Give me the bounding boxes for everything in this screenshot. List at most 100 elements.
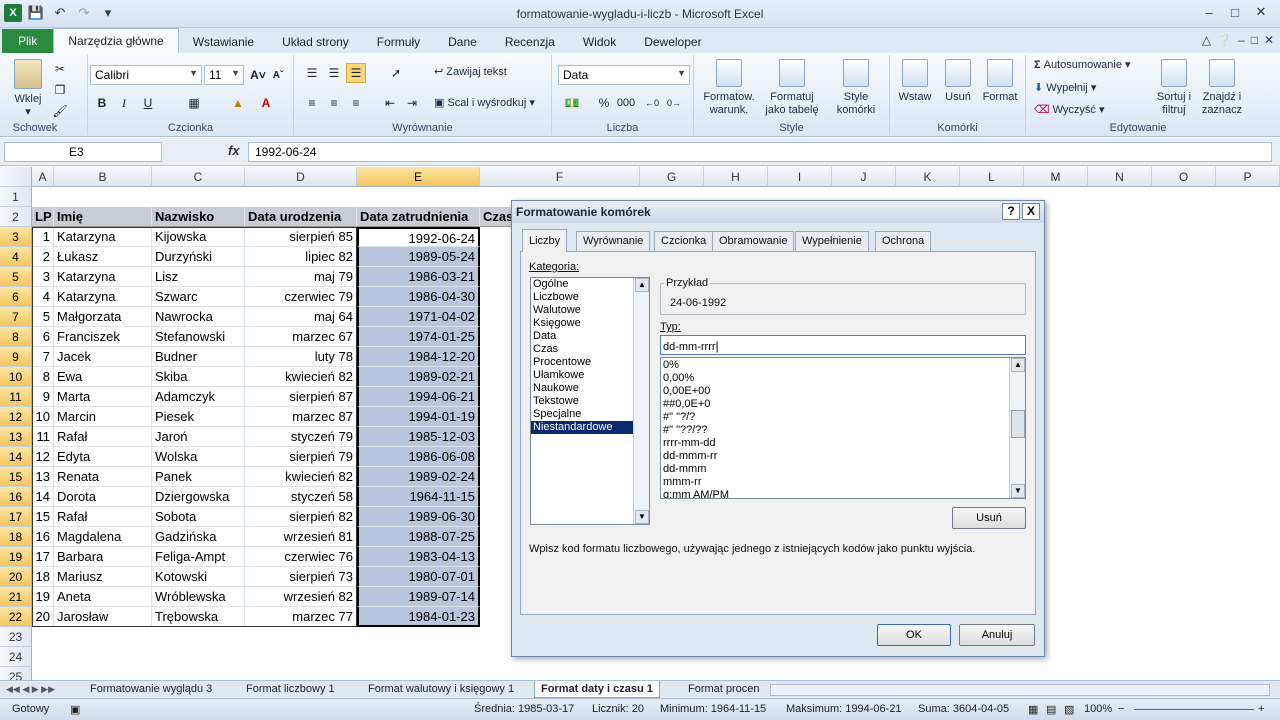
sheet-tab-formatting-3[interactable]: Formatowanie wyglądu 3 [90,681,212,698]
tab-home[interactable]: Narzędzia główne [53,28,179,53]
table-cell[interactable]: Wróblewska [152,587,245,607]
category-item[interactable]: Liczbowe [531,291,633,304]
table-cell[interactable]: 1964-11-15 [357,487,480,507]
format-codes-scrollbar[interactable]: ▲ ▼ [1009,358,1025,498]
cell-styles-button[interactable]: Style komórki [826,59,886,117]
close-icon[interactable]: ✕ [1248,3,1274,21]
tab-developer[interactable]: Deweloper [630,31,715,53]
table-cell[interactable]: 6 [32,327,54,347]
table-cell[interactable]: 1989-06-30 [357,507,480,527]
column-header-g[interactable]: G [640,167,704,187]
conditional-formatting-button[interactable]: Formatow. warunk. [698,59,760,117]
row-header-20[interactable]: 20 [0,567,32,587]
table-cell[interactable]: 1984-12-20 [357,347,480,367]
table-cell[interactable]: 14 [32,487,54,507]
table-cell[interactable]: maj 79 [245,267,357,287]
table-cell[interactable]: maj 64 [245,307,357,327]
table-cell[interactable]: 9 [32,387,54,407]
row-header-9[interactable]: 9 [0,347,32,367]
format-code-item[interactable]: g:mm AM/PM [661,489,1025,498]
table-cell[interactable]: 18 [32,567,54,587]
row-header-14[interactable]: 14 [0,447,32,467]
table-cell[interactable]: Trębowska [152,607,245,627]
row-header-2[interactable]: 2 [0,207,32,227]
table-cell[interactable]: Rafał [54,507,152,527]
table-cell[interactable]: Małgorzata [54,307,152,327]
format-scroll-up-icon[interactable]: ▲ [1011,358,1025,372]
column-header-h[interactable]: H [704,167,768,187]
table-cell[interactable]: Aneta [54,587,152,607]
table-cell[interactable]: Panek [152,467,245,487]
table-cell[interactable]: 19 [32,587,54,607]
category-list[interactable]: Ogólne Liczbowe Walutowe Księgowe Data Czas Pr… [530,277,650,525]
autosum-button[interactable]: Σ Autosumowanie ▾ [1034,59,1131,72]
format-code-item[interactable]: 0,00E+00 [661,385,1025,398]
table-cell[interactable]: kwiecień 82 [245,467,357,487]
minimize-ribbon-icon[interactable]: △ [1202,33,1211,47]
percent-button[interactable]: % [594,93,614,113]
tab-numbers[interactable]: Liczby [522,229,568,252]
format-code-item[interactable]: 0% [661,359,1025,372]
category-item[interactable]: Czas [531,343,633,356]
shrink-font-icon[interactable]: Aˇ [268,65,288,85]
tab-insert[interactable]: Wstawianie [179,31,268,53]
table-cell[interactable]: Jaroń [152,427,245,447]
table-cell[interactable]: 12 [32,447,54,467]
table-cell[interactable]: 1994-01-19 [357,407,480,427]
tab-page-layout[interactable]: Układ strony [268,31,363,53]
table-cell[interactable]: 1986-03-21 [357,267,480,287]
row-header-13[interactable]: 13 [0,427,32,447]
name-box[interactable]: E3 [4,142,162,162]
table-cell[interactable]: Barbara [54,547,152,567]
delete-cells-button[interactable]: Usuń [938,59,978,104]
workbook-close-icon[interactable]: ✕ [1264,33,1274,47]
table-cell[interactable]: Rafał [54,427,152,447]
table-header-cell[interactable]: Data urodzenia [245,207,357,227]
table-cell[interactable]: 1989-02-24 [357,467,480,487]
column-header-i[interactable]: I [768,167,832,187]
table-cell[interactable]: Sobota [152,507,245,527]
table-cell[interactable]: sierpień 73 [245,567,357,587]
align-bottom-icon[interactable]: ☰ [346,63,366,83]
row-header-3[interactable]: 3 [0,227,32,247]
category-item[interactable]: Ułamkowe [531,369,633,382]
scroll-up-icon[interactable]: ▲ [635,278,649,292]
table-cell[interactable]: 2 [32,247,54,267]
row-header-24[interactable]: 24 [0,647,32,667]
merge-center-button[interactable]: ▣ Scal i wyśrodkuj ▾ [434,97,535,110]
category-item[interactable]: Ogólne [531,278,633,291]
table-cell[interactable]: wrzesień 81 [245,527,357,547]
number-format-combo[interactable]: Data ▼ [558,65,690,85]
align-middle-icon[interactable]: ☰ [324,63,344,83]
table-cell[interactable]: 1989-05-24 [357,247,480,267]
table-cell[interactable]: wrzesień 82 [245,587,357,607]
format-as-table-button[interactable]: Formatuj jako tabelę [760,59,824,117]
table-cell[interactable]: 1986-04-30 [357,287,480,307]
column-header-l[interactable]: L [960,167,1024,187]
table-cell[interactable]: luty 78 [245,347,357,367]
bold-button[interactable]: B [92,93,112,113]
column-header-f[interactable]: F [480,167,640,187]
table-cell[interactable]: 1984-01-23 [357,607,480,627]
table-cell[interactable]: sierpień 85 [245,227,357,247]
format-code-item[interactable]: #" "??/?? [661,424,1025,437]
table-cell[interactable]: Marcin [54,407,152,427]
row-header-18[interactable]: 18 [0,527,32,547]
wrap-text-button[interactable]: ↩ Zawijaj tekst [434,66,507,79]
table-cell[interactable]: Renata [54,467,152,487]
row-header-15[interactable]: 15 [0,467,32,487]
row-header-7[interactable]: 7 [0,307,32,327]
table-cell[interactable]: kwiecień 82 [245,367,357,387]
table-cell[interactable]: 16 [32,527,54,547]
zoom-slider[interactable] [1134,709,1254,710]
type-input[interactable]: dd-mm-rrrr| [660,335,1026,355]
macro-record-icon[interactable]: ▣ [70,703,80,716]
cancel-button[interactable]: Anuluj [959,624,1035,646]
table-cell[interactable]: Kijowska [152,227,245,247]
align-right-icon[interactable]: ≡ [346,93,366,113]
decrease-indent-icon[interactable]: ⇤ [380,93,400,113]
tab-review[interactable]: Recenzja [491,31,569,53]
tab-fill[interactable]: Wypełnienie [795,231,869,251]
increase-indent-icon[interactable]: ⇥ [402,93,422,113]
decrease-decimal-icon[interactable]: 0→ [664,93,684,113]
